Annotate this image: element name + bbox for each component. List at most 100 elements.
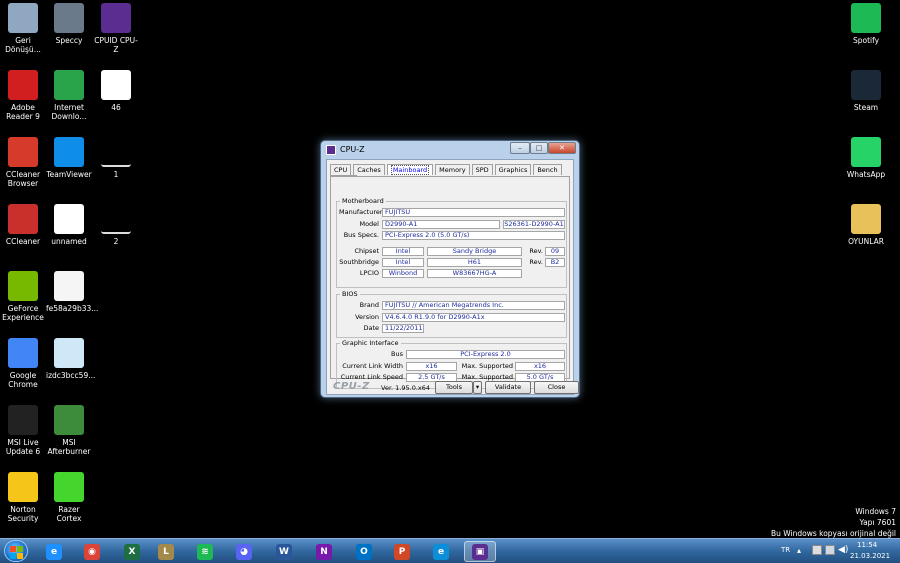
- desktop-icon[interactable]: Speccy: [46, 3, 92, 45]
- desktop-icon[interactable]: Spotify: [843, 3, 889, 45]
- desktop-icon[interactable]: TeamViewer: [46, 137, 92, 179]
- minimize-button[interactable]: –: [510, 142, 530, 154]
- lpcio-label: LPCIO: [359, 269, 379, 277]
- desktop-icon[interactable]: izdc3bcc59...: [46, 338, 95, 380]
- desktop-icon-label: WhatsApp: [846, 170, 886, 179]
- watermark-os: Windows 7: [855, 507, 896, 516]
- image-file-icon: [54, 338, 84, 368]
- desktop-icon[interactable]: 2: [93, 204, 139, 246]
- taskbar-onenote-button[interactable]: N: [308, 541, 340, 562]
- desktop-icon[interactable]: unnamed: [46, 204, 92, 246]
- desktop-icon[interactable]: GeForce Experience: [0, 271, 46, 322]
- desktop-icon[interactable]: MSI Live Update 6: [0, 405, 46, 456]
- desktop-icon[interactable]: Razer Cortex: [46, 472, 92, 523]
- discord-icon: ◕: [236, 543, 252, 560]
- language-indicator[interactable]: TR: [781, 546, 790, 554]
- desktop-icon[interactable]: CCleaner Browser: [0, 137, 46, 188]
- ccleaner-icon: [8, 204, 38, 234]
- bios-date-value[interactable]: 11/22/2011: [382, 324, 424, 333]
- taskbar-word-button[interactable]: W: [268, 541, 300, 562]
- maximize-button[interactable]: □: [530, 142, 548, 154]
- desktop-icon[interactable]: MSI Afterburner: [46, 405, 92, 456]
- bios-date-label: Date: [363, 324, 379, 332]
- bios-group-title: BIOS: [340, 290, 360, 298]
- taskbar-discord-button[interactable]: ◕: [228, 541, 260, 562]
- taskbar-cpuz-button[interactable]: ▣: [464, 541, 496, 562]
- windows-logo-quadrant: [17, 553, 23, 559]
- taskbar-excel-button[interactable]: X: [116, 541, 148, 562]
- tab-label: Graphics: [498, 166, 528, 174]
- lpcio-name[interactable]: W83667HG-A: [427, 269, 522, 278]
- powerpoint-icon: P: [394, 543, 410, 560]
- desktop-icon[interactable]: CCleaner: [0, 204, 46, 246]
- idm-icon: [54, 70, 84, 100]
- clock-time[interactable]: 11:54: [857, 541, 877, 549]
- taskbar-spotify-button[interactable]: ≋: [189, 541, 221, 562]
- bios-brand-value[interactable]: FUJITSU // American Megatrends Inc.: [382, 301, 565, 310]
- chrome-icon: ◉: [84, 543, 100, 560]
- tab-label: CPU: [334, 166, 348, 174]
- ie-icon: e: [46, 543, 62, 560]
- cpuz-icon: ▣: [472, 543, 488, 560]
- validate-button[interactable]: Validate: [485, 381, 531, 394]
- close-button[interactable]: Close: [534, 381, 579, 394]
- action-center-flag-icon[interactable]: [812, 545, 822, 555]
- tab-spd[interactable]: SPD: [471, 164, 493, 175]
- gi-bus-value[interactable]: PCI-Express 2.0: [406, 350, 565, 359]
- desktop-icon[interactable]: Steam: [843, 70, 889, 112]
- chipset-name[interactable]: Sandy Bridge: [427, 247, 522, 256]
- volume-icon[interactable]: ◀): [838, 545, 848, 555]
- desktop-icon[interactable]: Geri Dönüşü...: [0, 3, 46, 54]
- bios-version-value[interactable]: V4.6.4.0 R1.9.0 for D2990-A1x: [382, 313, 565, 322]
- tab-cpu[interactable]: CPU: [330, 164, 352, 175]
- southbridge-name[interactable]: H61: [427, 258, 522, 267]
- show-hidden-icons-icon[interactable]: ▴: [797, 546, 801, 555]
- chipset-vendor[interactable]: Intel: [382, 247, 424, 256]
- network-icon[interactable]: [825, 545, 835, 555]
- desktop-icon[interactable]: Google Chrome: [0, 338, 46, 389]
- image-file-icon: [54, 271, 84, 301]
- taskbar-league-of-legends-button[interactable]: L: [150, 541, 182, 562]
- tab-mainboard[interactable]: Mainboard: [386, 164, 434, 175]
- desktop-icon[interactable]: fe58a29b33...: [46, 271, 98, 313]
- desktop-icon[interactable]: OYUNLAR: [843, 204, 889, 246]
- start-button[interactable]: [4, 540, 28, 562]
- tab-graphics[interactable]: Graphics: [494, 164, 532, 175]
- gi-max-width-value[interactable]: x16: [515, 362, 565, 371]
- tab-label: Mainboard: [390, 165, 430, 175]
- taskbar-outlook-button[interactable]: O: [348, 541, 380, 562]
- window-client-area: CPU Caches Mainboard Memory SPD Graphics Bench…: [326, 159, 579, 395]
- desktop-icon[interactable]: 46: [93, 70, 139, 112]
- clock-date[interactable]: 21.03.2021: [850, 552, 890, 560]
- close-window-button[interactable]: ✕: [548, 142, 576, 154]
- tab-memory[interactable]: Memory: [435, 164, 470, 175]
- tools-button[interactable]: Tools: [435, 381, 473, 394]
- southbridge-vendor[interactable]: Intel: [382, 258, 424, 267]
- manufacturer-value[interactable]: FUJITSU: [382, 208, 565, 217]
- desktop-icon[interactable]: CPUID CPU-Z: [93, 3, 139, 54]
- desktop-icon[interactable]: Adobe Reader 9: [0, 70, 46, 121]
- gi-link-width-value[interactable]: x16: [406, 362, 457, 371]
- desktop-icon[interactable]: Internet Downlo...: [46, 70, 92, 121]
- taskbar-chrome-button[interactable]: ◉: [76, 541, 108, 562]
- desktop-icon[interactable]: WhatsApp: [843, 137, 889, 179]
- taskbar-powerpoint-button[interactable]: P: [386, 541, 418, 562]
- chipset-rev-value[interactable]: 09: [545, 247, 565, 256]
- taskbar-ie-button[interactable]: e: [38, 541, 70, 562]
- taskbar-edge-button[interactable]: e: [425, 541, 457, 562]
- word-icon: W: [276, 543, 292, 560]
- southbridge-rev-value[interactable]: B2: [545, 258, 565, 267]
- desktop-icon-label: Google Chrome: [8, 371, 38, 389]
- title-bar[interactable]: CPU-Z – □ ✕: [321, 141, 579, 159]
- bus-specs-value[interactable]: PCI-Express 2.0 (5.0 GT/s): [382, 231, 565, 240]
- model-value[interactable]: D2990-A1: [382, 220, 500, 229]
- lpcio-vendor[interactable]: Winbond: [382, 269, 424, 278]
- model-part-number[interactable]: S26361-D2990-A1: [503, 220, 565, 229]
- desktop-icon[interactable]: 1: [93, 137, 139, 179]
- desktop-icon-label: CCleaner: [5, 237, 41, 246]
- tools-dropdown-arrow-icon[interactable]: ▾: [473, 381, 482, 394]
- tab-bench[interactable]: Bench: [533, 164, 562, 175]
- desktop-icon[interactable]: Norton Security: [0, 472, 46, 523]
- tab-label: Bench: [537, 166, 558, 174]
- tab-caches[interactable]: Caches: [353, 164, 385, 175]
